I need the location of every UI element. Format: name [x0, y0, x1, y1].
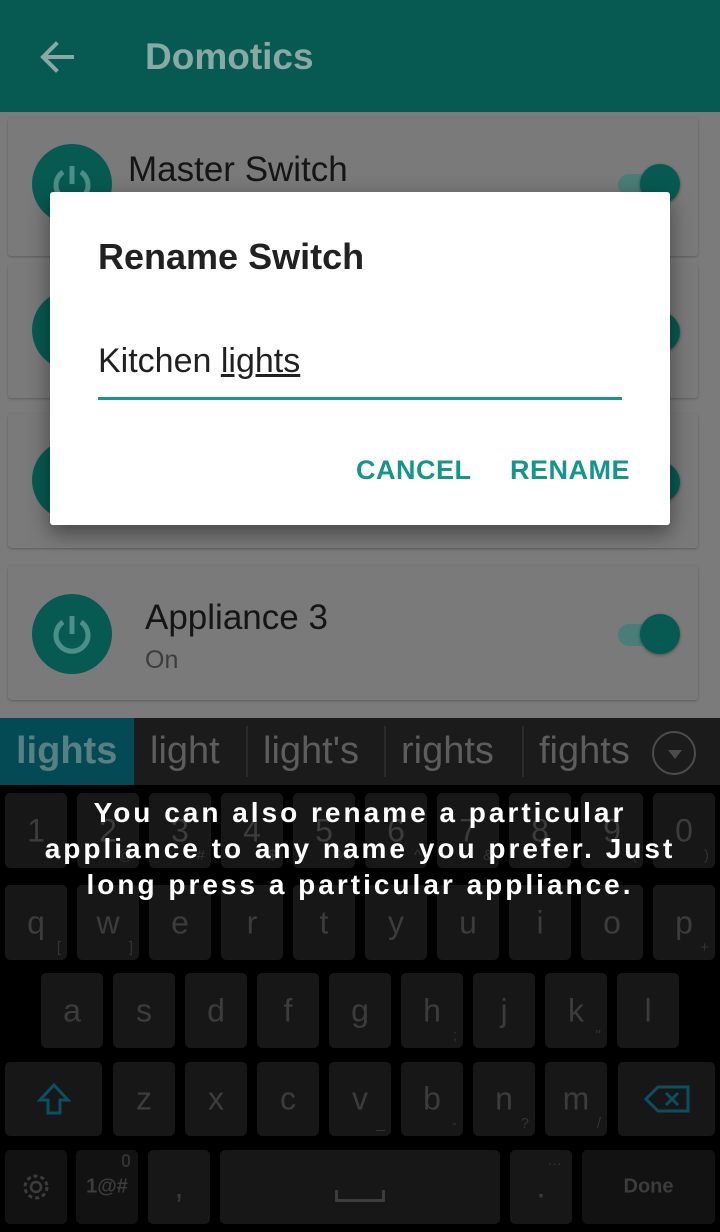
key-label: n — [495, 1080, 513, 1117]
comma-key[interactable]: , — [148, 1150, 210, 1224]
key-label: p — [675, 904, 693, 940]
key-label: a — [63, 992, 81, 1028]
shift-key[interactable] — [5, 1062, 102, 1136]
done-label: Done — [623, 1175, 674, 1198]
suggestion-item[interactable]: light — [136, 718, 246, 785]
key-label: h — [423, 992, 441, 1028]
tutorial-tip-text: You can also rename a particular applian… — [44, 797, 676, 900]
backspace-key[interactable] — [618, 1062, 715, 1136]
key-s[interactable]: s — [113, 973, 175, 1048]
input-text: Kitchen — [98, 342, 221, 380]
power-icon — [32, 594, 112, 674]
suggestion-item[interactable]: lights — [0, 718, 134, 785]
key-secondary-label: ; — [452, 1027, 457, 1044]
switch-toggle[interactable] — [610, 614, 680, 654]
key-x[interactable]: x — [185, 1062, 247, 1136]
symbols-label: 1@# — [86, 1175, 128, 1198]
key-secondary-label: ] — [128, 939, 133, 956]
switch-card-appliance-3[interactable]: Appliance 3 On — [8, 566, 698, 700]
switch-state: On — [145, 646, 179, 674]
switch-name: Appliance 3 — [145, 598, 328, 637]
shift-icon — [37, 1082, 71, 1115]
key-label: c — [280, 1080, 296, 1117]
rename-input[interactable]: Kitchen lights — [98, 342, 622, 400]
key-label: w — [96, 904, 120, 940]
key-g[interactable]: g — [329, 973, 391, 1048]
key-secondary-label: ) — [704, 847, 709, 864]
back-arrow-icon[interactable] — [34, 36, 78, 80]
key-label: q — [27, 904, 45, 940]
key-f[interactable]: f — [257, 973, 319, 1048]
key-label: z — [136, 1080, 152, 1117]
microphone-icon — [122, 1154, 130, 1167]
rename-button[interactable]: RENAME — [510, 455, 630, 486]
key-c[interactable]: c — [257, 1062, 319, 1136]
settings-key[interactable] — [5, 1150, 67, 1224]
suggestion-strip: lights light light's rights fights — [0, 718, 720, 785]
space-key[interactable] — [220, 1150, 500, 1224]
space-bar-icon — [335, 1190, 385, 1202]
comma-label: , — [174, 1168, 184, 1205]
key-k[interactable]: k " — [545, 973, 607, 1048]
symbols-key[interactable]: 1@# — [76, 1150, 138, 1224]
key-label: k — [568, 992, 584, 1028]
suggestion-item[interactable]: rights — [387, 718, 522, 785]
key-secondary-label: _ — [376, 1115, 385, 1132]
key-secondary-label: / — [596, 1115, 601, 1132]
key-label: l — [644, 992, 652, 1028]
key-label: e — [171, 904, 189, 940]
cancel-button[interactable]: CANCEL — [356, 455, 472, 486]
key-label: r — [246, 904, 258, 940]
key-secondary-label: " — [595, 1027, 601, 1044]
app-bar: Domotics — [0, 0, 720, 112]
input-composing-text: lights — [220, 342, 301, 380]
key-label: d — [207, 992, 225, 1028]
key-label: i — [536, 904, 544, 940]
key-m[interactable]: m / — [545, 1062, 607, 1136]
backspace-icon — [644, 1085, 690, 1113]
key-label: v — [352, 1080, 368, 1117]
key-secondary-label: - — [452, 1115, 457, 1132]
key-d[interactable]: d — [185, 973, 247, 1048]
period-label: . — [536, 1168, 546, 1205]
done-key[interactable]: Done — [582, 1150, 715, 1224]
key-label: t — [319, 904, 329, 940]
settings-gear-icon — [23, 1174, 49, 1200]
key-z[interactable]: z — [113, 1062, 175, 1136]
suggestion-item[interactable]: fights — [525, 718, 635, 785]
key-j[interactable]: j — [473, 973, 535, 1048]
expand-suggestions-icon[interactable] — [652, 731, 696, 775]
key-label: f — [283, 992, 293, 1028]
key-h[interactable]: h; — [401, 973, 463, 1048]
key-n[interactable]: n? — [473, 1062, 535, 1136]
suggestion-item[interactable]: light's — [249, 718, 384, 785]
page-title: Domotics — [145, 36, 314, 77]
dialog-title: Rename Switch — [98, 236, 365, 277]
key-b[interactable]: b- — [401, 1062, 463, 1136]
key-label: b — [423, 1080, 441, 1117]
key-label: u — [459, 904, 477, 940]
key-v[interactable]: v _ — [329, 1062, 391, 1136]
key-secondary-label: ? — [520, 1115, 529, 1132]
rename-dialog: Rename Switch Kitchen lights CANCEL RENA… — [50, 192, 670, 525]
key-label: o — [603, 904, 621, 940]
key-label: j — [500, 992, 508, 1028]
key-label: x — [208, 1080, 224, 1117]
key-secondary-label: + — [700, 939, 709, 956]
key-l[interactable]: l — [617, 973, 679, 1048]
key-label: y — [388, 904, 404, 940]
key-label: m — [562, 1080, 590, 1117]
key-a[interactable]: a — [41, 973, 103, 1048]
key-label: g — [351, 992, 369, 1028]
switch-name: Master Switch — [128, 150, 348, 189]
key-label: s — [136, 992, 152, 1028]
key-secondary-label: [ — [56, 939, 61, 956]
period-key[interactable]: . … — [510, 1150, 572, 1224]
